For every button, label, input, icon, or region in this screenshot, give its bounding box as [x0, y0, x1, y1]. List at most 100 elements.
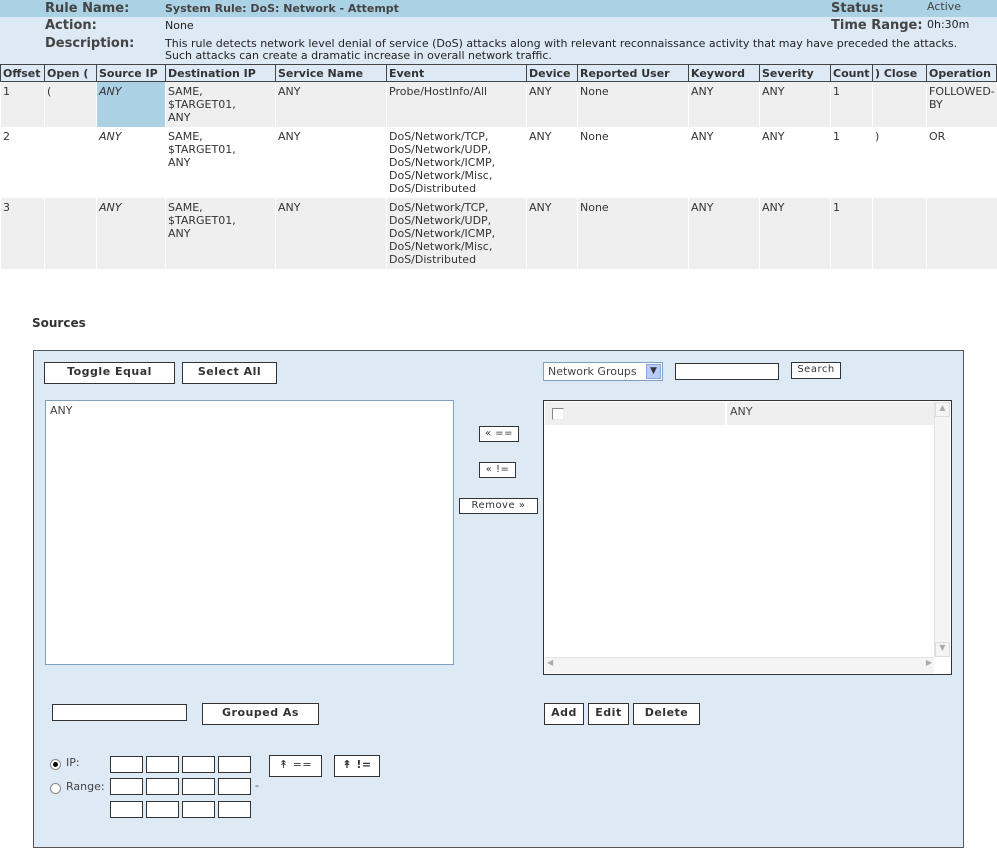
group-type-select[interactable]: Network Groups ▼ [543, 362, 663, 381]
range-end-octet-3[interactable] [182, 801, 215, 818]
cell-count[interactable]: 1 [830, 127, 873, 198]
group-checkbox[interactable] [552, 408, 564, 420]
remove-button[interactable]: Remove » [459, 498, 538, 514]
add-not-equal-button[interactable]: « != [479, 462, 516, 478]
add-not-equal-label: != [495, 464, 510, 475]
horizontal-scrollbar[interactable]: ◀ ▶ [545, 657, 934, 673]
edit-button[interactable]: Edit [588, 703, 629, 725]
cell-device[interactable]: ANY [526, 81, 578, 127]
cell-source-ip[interactable]: ANY [96, 81, 166, 127]
ip-octet-1[interactable] [110, 756, 143, 773]
cell-keyword[interactable]: ANY [688, 127, 760, 198]
cell-close[interactable] [872, 81, 927, 127]
cell-service-name[interactable]: ANY [275, 127, 387, 198]
vertical-scrollbar[interactable]: ▲ ▼ [934, 402, 950, 657]
cell-destination-ip[interactable]: SAME, $TARGET01, ANY [165, 198, 276, 269]
range-label: Range: [66, 780, 105, 793]
add-equal-button[interactable]: « == [479, 426, 519, 442]
cell-close[interactable]: ) [872, 127, 927, 198]
search-button[interactable]: Search [791, 362, 841, 379]
cell-line: $TARGET01, [168, 143, 236, 156]
cell-service-name[interactable]: ANY [275, 198, 387, 269]
range-start-octet-2[interactable] [146, 778, 179, 795]
group-list: ANY ▲ ▼ ◀ ▶ [543, 400, 952, 675]
cell-source-ip[interactable]: ANY [96, 127, 166, 198]
cell-open[interactable] [44, 127, 97, 198]
group-name[interactable]: ANY [727, 402, 934, 425]
cell-operation[interactable] [926, 198, 997, 269]
delete-button[interactable]: Delete [633, 703, 700, 725]
scroll-down-icon[interactable]: ▼ [935, 642, 950, 657]
range-start-octet-3[interactable] [182, 778, 215, 795]
cell-line: DoS/Network/UDP, [389, 214, 492, 227]
cell-severity[interactable]: ANY [759, 81, 831, 127]
cell-device[interactable]: ANY [526, 198, 578, 269]
range-end-octet-4[interactable] [218, 801, 251, 818]
column-header-open: Open ( [44, 64, 97, 82]
cell-line: ANY [168, 227, 191, 240]
search-input[interactable] [675, 363, 779, 380]
select-all-button[interactable]: Select All [182, 362, 277, 384]
cell-open[interactable] [44, 198, 97, 269]
range-start-octet-1[interactable] [110, 778, 143, 795]
scroll-left-icon[interactable]: ◀ [547, 658, 553, 667]
cell-device[interactable]: ANY [526, 127, 578, 198]
cell-operation[interactable]: OR [926, 127, 997, 198]
grouped-as-button[interactable]: Grouped As [202, 703, 319, 725]
cell-destination-ip[interactable]: SAME, $TARGET01, ANY [165, 81, 276, 127]
column-header-service-name: Service Name [275, 64, 387, 82]
cell-reported-user[interactable]: None [577, 198, 689, 269]
cell-service-name[interactable]: ANY [275, 81, 387, 127]
cell-event[interactable]: Probe/HostInfo/All [386, 81, 527, 127]
range-end-octet-1[interactable] [110, 801, 143, 818]
cell-line: Probe/HostInfo/All [389, 85, 488, 98]
cell-reported-user[interactable]: None [577, 81, 689, 127]
column-header-offset: Offset [0, 64, 45, 82]
cell-line: ANY [168, 156, 191, 169]
cell-keyword[interactable]: ANY [688, 81, 760, 127]
cell-destination-ip[interactable]: SAME, $TARGET01, ANY [165, 127, 276, 198]
ip-radio[interactable] [50, 759, 61, 770]
cell-severity[interactable]: ANY [759, 198, 831, 269]
description-line-2: Such attacks can create a dramatic incre… [165, 49, 552, 62]
selected-source-item[interactable]: ANY [50, 404, 449, 417]
grouped-as-input[interactable] [52, 704, 187, 721]
toggle-equal-button[interactable]: Toggle Equal [44, 362, 175, 384]
column-header-reported-user: Reported User [577, 64, 689, 82]
table-row[interactable]: 2 ANY SAME, $TARGET01, ANY ANY DoS/Network/TCP… [0, 127, 997, 198]
cell-source-ip[interactable]: ANY [96, 198, 166, 269]
add-button[interactable]: Add [544, 703, 584, 725]
cell-offset[interactable]: 3 [0, 198, 45, 269]
sources-panel: Toggle Equal Select All Network Groups ▼ … [33, 350, 964, 848]
cell-count[interactable]: 1 [830, 198, 873, 269]
cell-event[interactable]: DoS/Network/TCP, DoS/Network/UDP, DoS/Netw… [386, 127, 527, 198]
ip-octet-4[interactable] [218, 756, 251, 773]
set-equal-button[interactable]: ↟ == [269, 755, 322, 777]
cell-event[interactable]: DoS/Network/TCP, DoS/Network/UDP, DoS/Netw… [386, 198, 527, 269]
cell-count[interactable]: 1 [830, 81, 873, 127]
scroll-right-icon[interactable]: ▶ [926, 658, 932, 667]
scroll-up-icon[interactable]: ▲ [935, 402, 950, 417]
cell-reported-user[interactable]: None [577, 127, 689, 198]
table-row[interactable]: 1(ANY SAME, $TARGET01, ANY ANY Probe/HostInfo… [0, 81, 997, 127]
column-header-event: Event [386, 64, 527, 82]
cell-line: SAME, [168, 85, 203, 98]
remove-label: Remove [471, 500, 516, 511]
set-not-equal-button[interactable]: ↟ != [334, 755, 380, 777]
cell-operation[interactable]: FOLLOWED-BY [926, 81, 997, 127]
selected-sources-list[interactable]: ANY [45, 400, 454, 665]
cell-offset[interactable]: 2 [0, 127, 45, 198]
ip-octet-2[interactable] [146, 756, 179, 773]
cell-open[interactable]: ( [44, 81, 97, 127]
range-radio[interactable] [50, 783, 61, 794]
table-row[interactable]: 3 ANY SAME, $TARGET01, ANY ANY DoS/Network/TCP… [0, 198, 997, 269]
ip-octet-3[interactable] [182, 756, 215, 773]
description-label: Description: [45, 36, 135, 51]
cell-line: DoS/Distributed [389, 182, 477, 195]
range-start-octet-4[interactable] [218, 778, 251, 795]
cell-close[interactable] [872, 198, 927, 269]
cell-keyword[interactable]: ANY [688, 198, 760, 269]
cell-severity[interactable]: ANY [759, 127, 831, 198]
range-end-octet-2[interactable] [146, 801, 179, 818]
cell-offset[interactable]: 1 [0, 81, 45, 127]
